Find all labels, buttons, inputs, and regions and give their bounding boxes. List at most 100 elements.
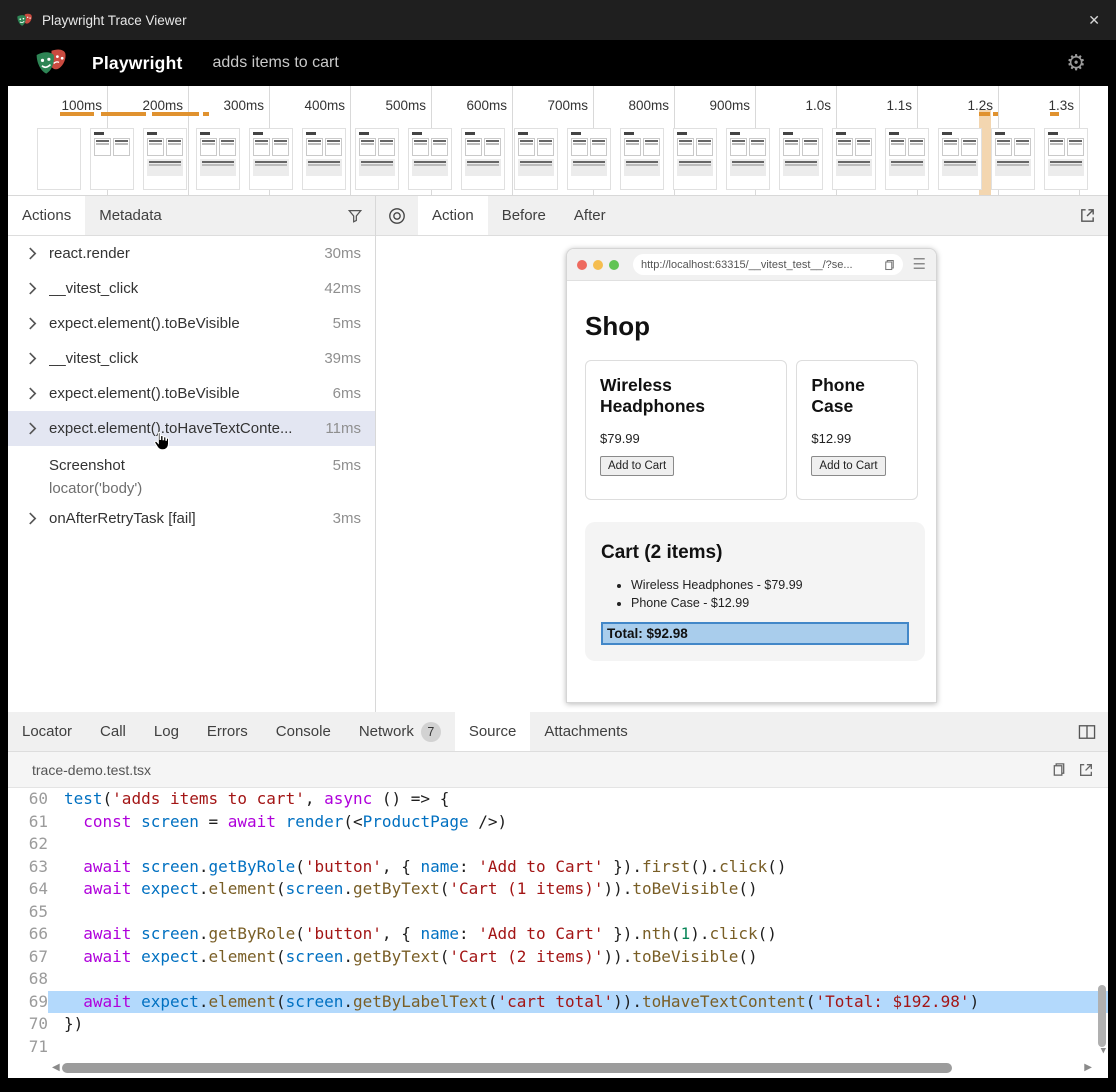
timeline-thumbnail[interactable]	[302, 128, 346, 190]
timeline-thumbnail[interactable]	[514, 128, 558, 190]
timeline-thumbnail[interactable]	[408, 128, 452, 190]
action-label: __vitest_click	[49, 280, 138, 297]
add-to-cart-button[interactable]: Add to Cart	[600, 456, 674, 476]
timeline-thumbnail[interactable]	[90, 128, 134, 190]
code-text: await expect.element(screen.getByText('C…	[48, 946, 1108, 969]
tab-actions[interactable]: Actions	[8, 196, 85, 235]
horizontal-scrollbar[interactable]: ◀ ▶	[8, 1058, 1108, 1078]
action-duration: 6ms	[333, 385, 361, 402]
timeline-thumbnails[interactable]	[37, 128, 1088, 190]
add-to-cart-button[interactable]: Add to Cart	[811, 456, 885, 476]
open-snapshot-external-icon[interactable]	[1079, 196, 1108, 235]
snapshot-panel: Action Before After http://localhost:63315…	[376, 196, 1108, 712]
cart-items-list: Wireless Headphones - $79.99Phone Case -…	[601, 576, 909, 612]
tab-label: After	[574, 207, 606, 224]
action-duration: 30ms	[324, 245, 361, 262]
timeline[interactable]: 100ms200ms300ms400ms500ms600ms700ms800ms…	[8, 86, 1108, 196]
source-filebar: trace-demo.test.tsx	[8, 752, 1108, 788]
action-row[interactable]: __vitest_click 42ms	[8, 271, 375, 306]
tab-label: Network	[359, 723, 414, 740]
line-number: 68	[8, 968, 48, 991]
timeline-action-mark	[60, 112, 94, 116]
tab-locator[interactable]: Locator	[8, 712, 86, 751]
split-view-icon[interactable]	[1078, 712, 1108, 751]
action-row[interactable]: onAfterRetryTask [fail]3ms	[8, 501, 375, 536]
action-row[interactable]: expect.element().toBeVisible6ms	[8, 376, 375, 411]
product-card: Phone Case$12.99Add to Cart	[796, 360, 918, 500]
action-row[interactable]: expect.element().toBeVisible5ms	[8, 306, 375, 341]
timeline-thumbnail[interactable]	[355, 128, 399, 190]
url-bar[interactable]: http://localhost:63315/__vitest_test__/?…	[633, 254, 903, 275]
tab-metadata[interactable]: Metadata	[85, 196, 176, 235]
action-row[interactable]: react.render30ms	[8, 236, 375, 271]
line-number: 62	[8, 833, 48, 856]
timeline-thumbnail[interactable]	[726, 128, 770, 190]
scroll-left-arrow[interactable]: ◀	[52, 1062, 60, 1073]
chevron-right-icon	[28, 247, 38, 260]
tab-action[interactable]: Action	[418, 196, 488, 235]
code-text: const screen = await render(<ProductPage…	[48, 811, 1108, 834]
close-icon[interactable]: ✕	[1088, 12, 1100, 29]
url-text: http://localhost:63315/__vitest_test__/?…	[641, 259, 884, 271]
product-name: Phone Case	[811, 375, 903, 418]
timeline-thumbnail[interactable]	[779, 128, 823, 190]
action-row[interactable]: __vitest_click39ms	[8, 341, 375, 376]
timeline-thumbnail[interactable]	[938, 128, 982, 190]
action-label: onAfterRetryTask [fail]	[49, 510, 196, 527]
playwright-masks-icon	[16, 12, 33, 29]
timeline-action-mark	[101, 112, 146, 116]
tab-errors[interactable]: Errors	[193, 712, 262, 751]
shop-heading: Shop	[585, 311, 918, 342]
tab-network[interactable]: Network7	[345, 712, 455, 751]
timeline-thumbnail[interactable]	[832, 128, 876, 190]
tab-log[interactable]: Log	[140, 712, 193, 751]
tab-call[interactable]: Call	[86, 712, 140, 751]
gear-icon[interactable]: ⚙	[1066, 52, 1086, 74]
actions-tabstrip: Actions Metadata	[8, 196, 375, 236]
tab-label: Action	[432, 207, 474, 224]
timeline-thumbnail[interactable]	[567, 128, 611, 190]
open-source-external-icon[interactable]	[1078, 762, 1094, 778]
timeline-thumbnail[interactable]	[461, 128, 505, 190]
code-line: 66 await screen.getByRole('button', { na…	[8, 923, 1108, 946]
line-number: 64	[8, 878, 48, 901]
timeline-thumbnail[interactable]	[1044, 128, 1088, 190]
tab-label: Actions	[22, 207, 71, 224]
tab-after[interactable]: After	[560, 196, 620, 235]
timeline-thumbnail[interactable]	[991, 128, 1035, 190]
scroll-down-arrow[interactable]: ▼	[1101, 1046, 1106, 1056]
scroll-right-arrow[interactable]: ▶	[1084, 1062, 1092, 1073]
action-row[interactable]: expect.element().toHaveTextConte...11ms	[8, 411, 375, 446]
tab-attachments[interactable]: Attachments	[530, 712, 641, 751]
chevron-right-icon	[28, 282, 38, 295]
copy-source-icon[interactable]	[1052, 762, 1066, 777]
horizontal-scrollbar-thumb[interactable]	[62, 1063, 952, 1073]
menu-icon[interactable]: ☰	[913, 257, 926, 272]
tab-label: Metadata	[99, 207, 162, 224]
action-duration: 11ms	[325, 420, 361, 437]
action-duration: 5ms	[333, 315, 361, 332]
action-label: Screenshot	[49, 457, 125, 474]
tab-label: Call	[100, 723, 126, 740]
timeline-thumbnail[interactable]	[143, 128, 187, 190]
action-duration: 42ms	[324, 280, 361, 297]
timeline-thumbnail[interactable]	[885, 128, 929, 190]
timeline-thumbnail[interactable]	[620, 128, 664, 190]
timeline-thumbnail[interactable]	[249, 128, 293, 190]
timeline-thumbnail[interactable]	[196, 128, 240, 190]
cart-item: Wireless Headphones - $79.99	[631, 576, 909, 594]
tab-before[interactable]: Before	[488, 196, 560, 235]
action-sublabel: locator('body')	[8, 477, 375, 501]
vertical-scrollbar-thumb[interactable]	[1098, 985, 1106, 1047]
code-line: 60test('adds items to cart', async () =>…	[8, 788, 1108, 811]
tab-console[interactable]: Console	[262, 712, 345, 751]
filter-icon[interactable]	[347, 196, 375, 235]
line-number: 67	[8, 946, 48, 969]
timeline-action-mark	[203, 112, 209, 116]
timeline-thumbnail[interactable]	[37, 128, 81, 190]
mac-close-dot	[577, 260, 587, 270]
timeline-thumbnail[interactable]	[673, 128, 717, 190]
tab-label: Before	[502, 207, 546, 224]
target-icon[interactable]	[376, 196, 418, 235]
tab-source[interactable]: Source	[455, 712, 531, 751]
